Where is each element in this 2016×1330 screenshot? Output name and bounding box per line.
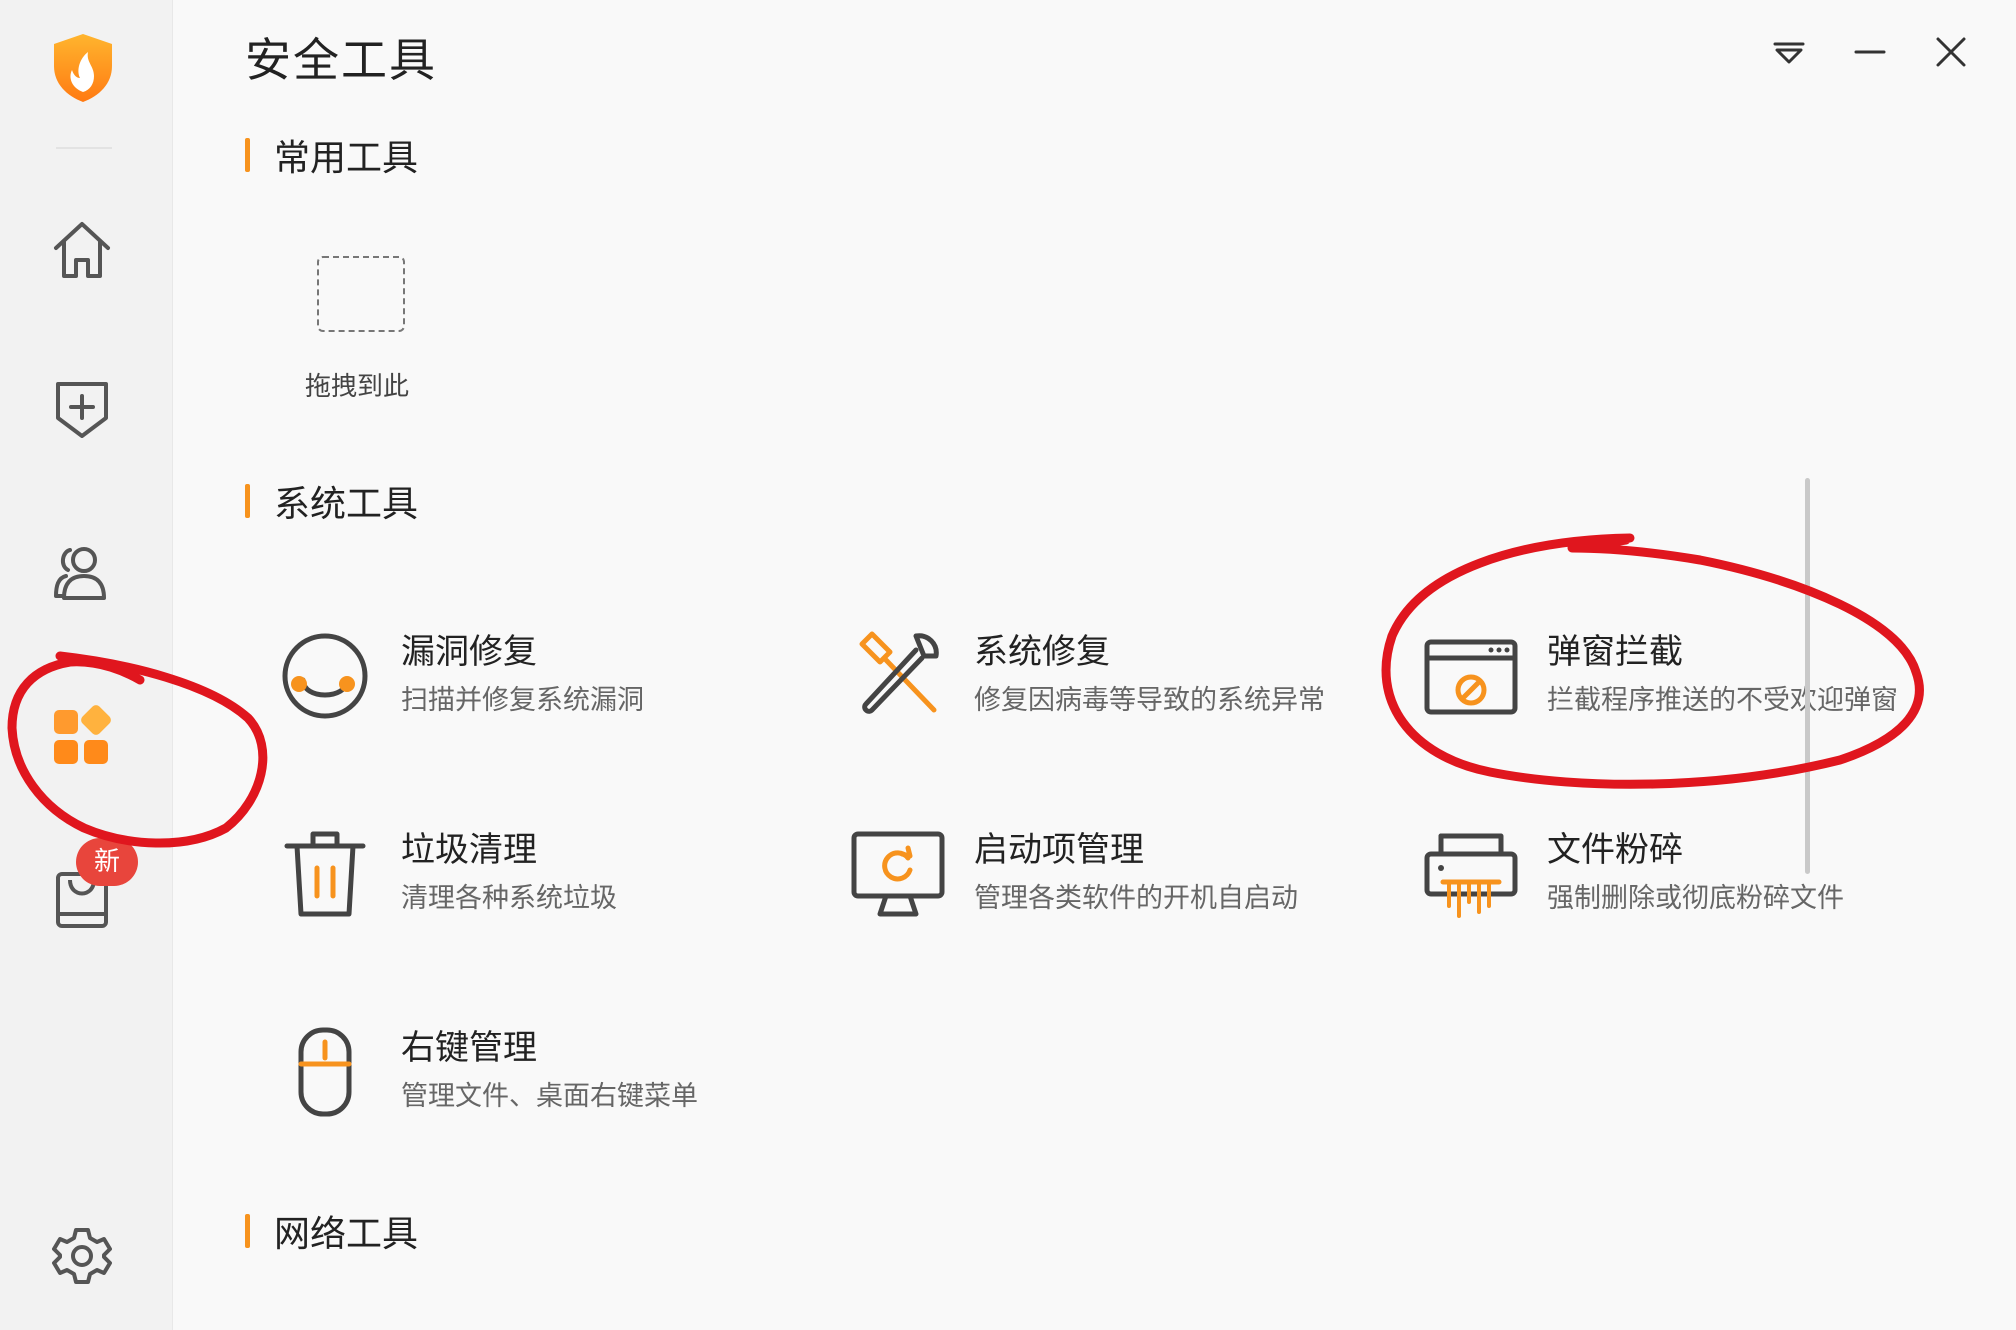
tool-desc: 清理各种系统垃圾 — [401, 883, 617, 914]
tool-popup-block[interactable]: 弹窗拦截 拦截程序推送的不受欢迎弹窗 — [1423, 618, 1963, 728]
tool-desc: 修复因病毒等导致的系统异常 — [974, 685, 1325, 716]
toolbox-grid-icon — [54, 705, 111, 764]
nav-users[interactable] — [46, 536, 118, 608]
tool-name: 启动项管理 — [974, 830, 1144, 870]
close-button[interactable] — [1927, 28, 1975, 76]
section-system-tools: 系统工具 — [245, 479, 418, 525]
app-logo-icon — [54, 34, 112, 102]
trash-icon — [284, 831, 366, 917]
page-title: 安全工具 — [245, 33, 437, 87]
drop-zone[interactable] — [317, 256, 405, 332]
sidebar: 新 — [0, 0, 173, 1330]
gear-icon — [52, 1228, 112, 1284]
dropdown-menu-icon — [1773, 42, 1805, 64]
drop-zone-label: 拖拽到此 — [305, 372, 410, 402]
tool-name: 漏洞修复 — [401, 632, 537, 672]
users-icon — [54, 547, 106, 600]
home-icon — [54, 222, 110, 278]
vulnerability-fix-icon — [282, 633, 368, 719]
minimize-icon — [1854, 50, 1886, 54]
nav-home[interactable] — [46, 214, 118, 286]
monitor-refresh-icon — [851, 831, 945, 917]
shredder-icon — [1424, 833, 1518, 918]
tool-startup-manager[interactable]: 启动项管理 管理各类软件的开机自启动 — [850, 816, 1390, 926]
tool-desc: 管理文件、桌面右键菜单 — [401, 1081, 698, 1112]
tool-desc: 管理各类软件的开机自启动 — [974, 883, 1298, 914]
menu-button[interactable] — [1765, 28, 1813, 76]
tool-desc: 拦截程序推送的不受欢迎弹窗 — [1547, 685, 1898, 716]
tool-desc: 强制删除或彻底粉碎文件 — [1547, 883, 1844, 914]
section-accent-bar — [245, 138, 250, 172]
section-network-tools: 网络工具 — [245, 1209, 418, 1255]
tool-name: 文件粉碎 — [1547, 830, 1683, 870]
wrench-screwdriver-icon — [859, 631, 939, 714]
scrollbar[interactable] — [1805, 478, 1810, 874]
section-accent-bar — [245, 1214, 250, 1248]
section-accent-bar — [245, 484, 250, 518]
tool-desc: 扫描并修复系统漏洞 — [401, 685, 644, 716]
section-title: 网络工具 — [274, 1214, 419, 1255]
tool-vulnerability-fix[interactable]: 漏洞修复 扫描并修复系统漏洞 — [277, 618, 817, 728]
close-icon — [1936, 37, 1966, 67]
main-content: 安全工具 常用工具 拖拽到此 系统工具 漏洞修复 扫描并修复系统漏洞 系统修复 … — [173, 0, 2016, 1330]
nav-settings[interactable] — [46, 1220, 118, 1292]
shield-plus-icon — [56, 382, 108, 438]
tool-name: 右键管理 — [401, 1028, 537, 1068]
nav-protection[interactable] — [46, 374, 118, 446]
new-badge: 新 — [76, 838, 138, 886]
tool-file-shredder[interactable]: 文件粉碎 强制删除或彻底粉碎文件 — [1423, 816, 1963, 926]
mouse-icon — [298, 1027, 352, 1117]
section-title: 常用工具 — [274, 138, 419, 179]
tool-system-repair[interactable]: 系统修复 修复因病毒等导致的系统异常 — [850, 618, 1390, 728]
tool-name: 垃圾清理 — [401, 830, 537, 870]
nav-toolbox[interactable] — [46, 700, 118, 772]
tool-name: 弹窗拦截 — [1547, 632, 1683, 672]
sidebar-divider — [56, 147, 112, 149]
section-common-tools: 常用工具 — [245, 133, 418, 179]
tool-name: 系统修复 — [974, 632, 1110, 672]
minimize-button[interactable] — [1846, 28, 1894, 76]
popup-block-icon — [1424, 639, 1518, 715]
section-title: 系统工具 — [274, 484, 419, 525]
tool-context-menu[interactable]: 右键管理 管理文件、桌面右键菜单 — [277, 1014, 817, 1124]
tool-junk-clean[interactable]: 垃圾清理 清理各种系统垃圾 — [277, 816, 817, 926]
